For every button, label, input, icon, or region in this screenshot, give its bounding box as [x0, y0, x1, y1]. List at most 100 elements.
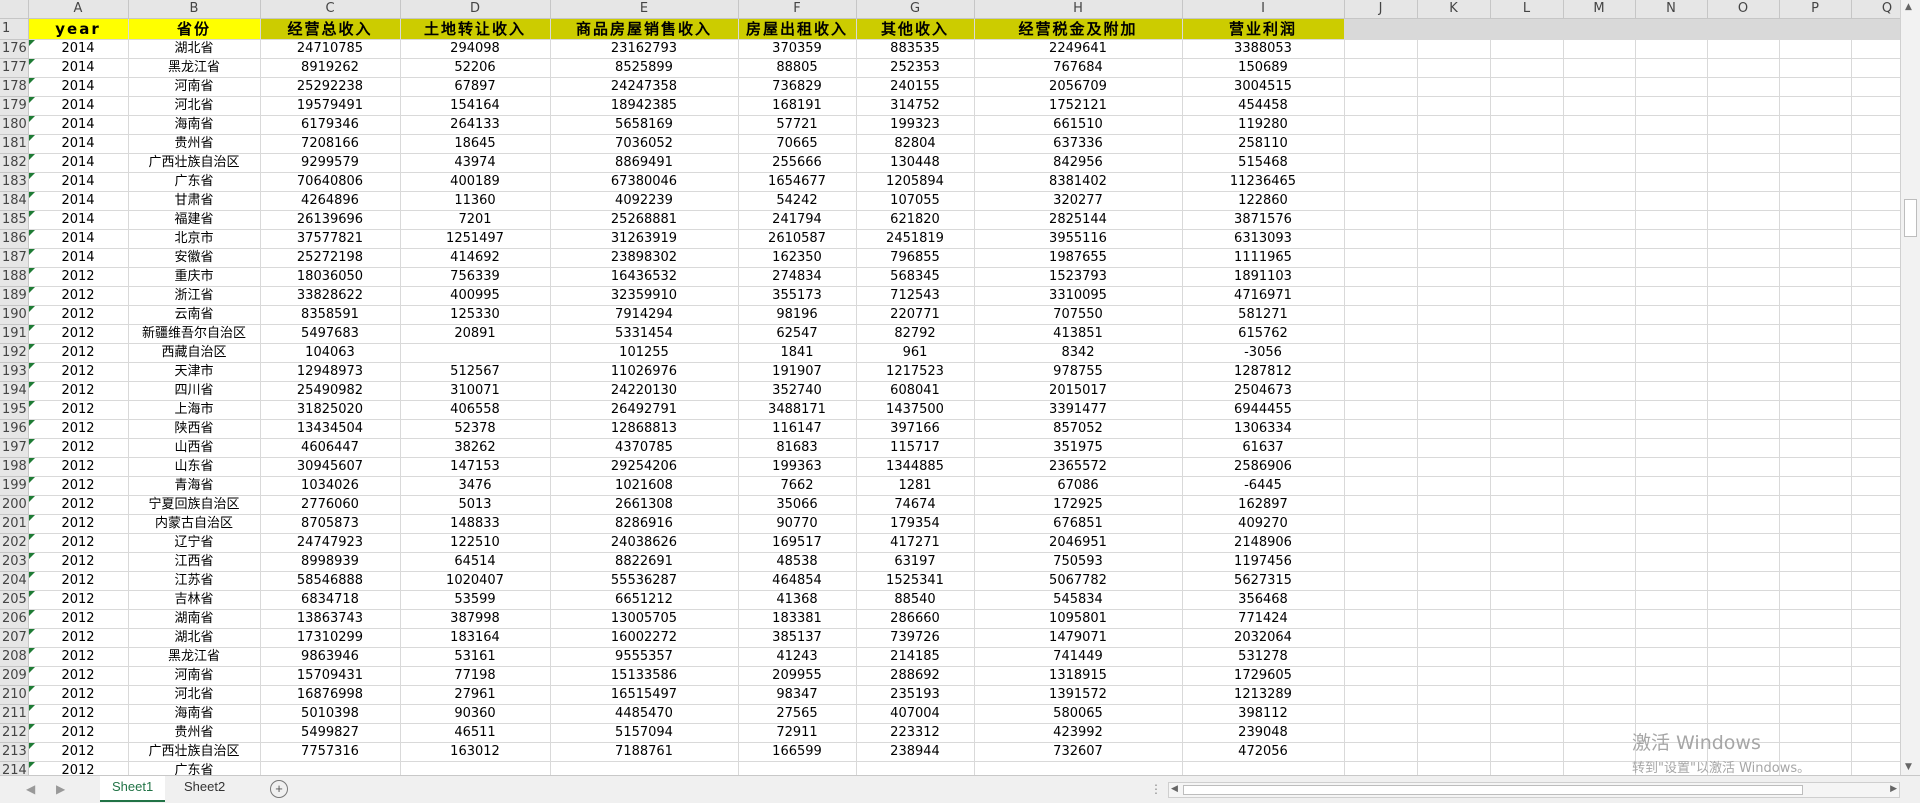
empty-cell[interactable]	[1635, 457, 1708, 477]
empty-cell[interactable]	[1851, 761, 1900, 775]
table-cell[interactable]: 314752	[856, 96, 975, 116]
empty-cell[interactable]	[1635, 39, 1708, 59]
empty-cell[interactable]	[1490, 476, 1564, 496]
table-cell[interactable]: 2012	[28, 552, 129, 572]
table-cell[interactable]: 上海市	[128, 400, 261, 420]
column-header-b[interactable]: B	[128, 0, 261, 19]
empty-cell[interactable]	[1344, 39, 1418, 59]
table-cell[interactable]: 12868813	[550, 419, 739, 439]
table-cell[interactable]: 北京市	[128, 229, 261, 249]
table-cell[interactable]: 1752121	[974, 96, 1183, 116]
empty-cell[interactable]	[1635, 210, 1708, 230]
empty-cell[interactable]	[1563, 666, 1636, 686]
empty-cell[interactable]	[1563, 286, 1636, 306]
table-cell[interactable]: 河北省	[128, 96, 261, 116]
column-header-m[interactable]: M	[1563, 0, 1636, 19]
table-cell[interactable]: 7188761	[550, 742, 739, 762]
empty-cell[interactable]	[1635, 400, 1708, 420]
empty-cell[interactable]	[1779, 495, 1852, 515]
table-cell[interactable]: 2012	[28, 647, 129, 667]
empty-cell[interactable]	[1344, 18, 1418, 40]
table-cell[interactable]: 352740	[738, 381, 857, 401]
table-cell[interactable]: 2012	[28, 628, 129, 648]
empty-cell[interactable]	[1344, 723, 1418, 743]
empty-cell[interactable]	[1851, 210, 1900, 230]
table-cell[interactable]: 46511	[400, 723, 551, 743]
empty-cell[interactable]	[1490, 18, 1564, 40]
header-cell[interactable]: year	[28, 18, 129, 40]
empty-cell[interactable]	[1344, 533, 1418, 553]
table-cell[interactable]: 3871576	[1182, 210, 1345, 230]
table-cell[interactable]: 19579491	[260, 96, 401, 116]
empty-cell[interactable]	[1851, 115, 1900, 135]
table-cell[interactable]: 2776060	[260, 495, 401, 515]
empty-cell[interactable]	[1417, 647, 1491, 667]
empty-cell[interactable]	[1417, 761, 1491, 775]
table-cell[interactable]: 1318915	[974, 666, 1183, 686]
table-cell[interactable]: 25292238	[260, 77, 401, 97]
table-cell[interactable]: 2012	[28, 742, 129, 762]
empty-cell[interactable]	[1851, 590, 1900, 610]
table-cell[interactable]: 2825144	[974, 210, 1183, 230]
table-cell[interactable]: 1344885	[856, 457, 975, 477]
empty-cell[interactable]	[1707, 571, 1780, 591]
empty-cell[interactable]	[1490, 191, 1564, 211]
table-cell[interactable]: 湖南省	[128, 609, 261, 629]
table-cell[interactable]: 3310095	[974, 286, 1183, 306]
table-cell[interactable]: 1205894	[856, 172, 975, 192]
table-cell[interactable]: 580065	[974, 704, 1183, 724]
empty-cell[interactable]	[1707, 685, 1780, 705]
row-number[interactable]: 200	[0, 495, 29, 515]
empty-cell[interactable]	[1563, 153, 1636, 173]
empty-cell[interactable]	[1635, 191, 1708, 211]
table-cell[interactable]: 8998939	[260, 552, 401, 572]
table-cell[interactable]: 贵州省	[128, 723, 261, 743]
row-number[interactable]: 212	[0, 723, 29, 743]
empty-cell[interactable]	[1779, 400, 1852, 420]
empty-cell[interactable]	[1563, 172, 1636, 192]
empty-cell[interactable]	[1490, 77, 1564, 97]
empty-cell[interactable]	[1707, 153, 1780, 173]
table-cell[interactable]: 20891	[400, 324, 551, 344]
column-header-j[interactable]: J	[1344, 0, 1418, 19]
empty-cell[interactable]	[1779, 210, 1852, 230]
table-cell[interactable]: 857052	[974, 419, 1183, 439]
table-cell[interactable]: 4092239	[550, 191, 739, 211]
table-cell[interactable]: 1197456	[1182, 552, 1345, 572]
table-cell[interactable]: 5067782	[974, 571, 1183, 591]
table-cell[interactable]: 842956	[974, 153, 1183, 173]
column-header-h[interactable]: H	[974, 0, 1183, 19]
table-cell[interactable]: 2451819	[856, 229, 975, 249]
table-cell[interactable]: 104063	[260, 343, 401, 363]
table-cell[interactable]: 264133	[400, 115, 551, 135]
row-number[interactable]: 187	[0, 248, 29, 268]
header-cell[interactable]: 其他收入	[856, 18, 975, 40]
header-cell[interactable]: 房屋出租收入	[738, 18, 857, 40]
empty-cell[interactable]	[1779, 571, 1852, 591]
empty-cell[interactable]	[1707, 305, 1780, 325]
empty-cell[interactable]	[1851, 248, 1900, 268]
table-cell[interactable]: 398112	[1182, 704, 1345, 724]
empty-cell[interactable]	[1344, 229, 1418, 249]
empty-cell[interactable]	[1851, 191, 1900, 211]
table-cell[interactable]: 7201	[400, 210, 551, 230]
row-number[interactable]: 208	[0, 647, 29, 667]
empty-cell[interactable]	[1563, 134, 1636, 154]
empty-cell[interactable]	[1563, 381, 1636, 401]
empty-cell[interactable]	[1779, 609, 1852, 629]
table-cell[interactable]: 53599	[400, 590, 551, 610]
row-number[interactable]: 179	[0, 96, 29, 116]
table-cell[interactable]: 101255	[550, 343, 739, 363]
empty-cell[interactable]	[1707, 324, 1780, 344]
empty-cell[interactable]	[1779, 248, 1852, 268]
table-cell[interactable]: 2148906	[1182, 533, 1345, 553]
empty-cell[interactable]	[1635, 115, 1708, 135]
empty-cell[interactable]	[1851, 134, 1900, 154]
empty-cell[interactable]	[1563, 362, 1636, 382]
table-cell[interactable]: 9555357	[550, 647, 739, 667]
tab-sheet2[interactable]: Sheet2	[172, 776, 237, 800]
table-cell[interactable]: 74674	[856, 495, 975, 515]
empty-cell[interactable]	[1490, 134, 1564, 154]
empty-cell[interactable]	[1490, 609, 1564, 629]
empty-cell[interactable]	[1635, 248, 1708, 268]
